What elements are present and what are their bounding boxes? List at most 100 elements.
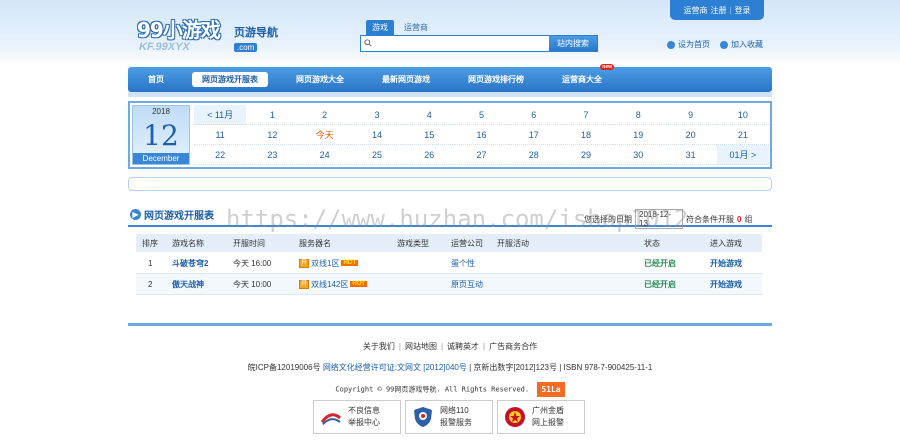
nav-item-all-games[interactable]: 网页游戏大全 (286, 72, 354, 87)
calendar-day-cell[interactable]: 21 (716, 125, 769, 145)
calendar-day-cell[interactable]: 4 (403, 105, 456, 125)
calendar-day-cell[interactable]: 1 (246, 105, 299, 125)
badge-text: 网络110 报警服务 (440, 405, 472, 429)
server-link[interactable]: 双线142区 (311, 279, 348, 290)
calendar-day-cell[interactable]: 26 (403, 145, 456, 165)
prev-month-button[interactable]: < 11月 (194, 105, 247, 125)
calendar-day-cell[interactable]: 11 (194, 125, 247, 145)
status-badge: 已经开启 (644, 279, 676, 289)
operator-link[interactable]: 运营商 (683, 5, 707, 16)
calendar-day-cell[interactable]: 31 (664, 145, 717, 165)
calendar-day-cell[interactable]: 28 (507, 145, 560, 165)
search-tab-operator[interactable]: 运营商 (398, 20, 434, 35)
server-icon: 开 (299, 258, 309, 268)
nav-item-latest-games[interactable]: 最新网页游戏 (372, 72, 440, 87)
report-center-icon (320, 413, 341, 426)
calendar-day-cell[interactable]: 29 (559, 145, 613, 165)
calendar-day-cell[interactable]: 25 (350, 145, 404, 165)
calendar-month: December (133, 153, 189, 164)
start-game-link[interactable]: 开始游戏 (710, 253, 742, 273)
separator: | (559, 363, 562, 372)
logo-url-text: KF.99XYX (139, 41, 190, 53)
register-link[interactable]: 注册 (710, 5, 726, 16)
calendar-day-cell[interactable]: 27 (455, 145, 508, 165)
server-link[interactable]: 双线1区 (311, 258, 339, 269)
badge-text: 广州金盾 网上报警 (532, 405, 564, 429)
filter-label: 您选择的日期 (584, 214, 632, 224)
copyright-text: Copyright © 99网页游戏导航. All Rights Reserve… (335, 385, 530, 394)
calendar-day-cell[interactable]: 12 (246, 125, 299, 145)
calendar-day-cell[interactable]: 15 (403, 125, 456, 145)
icp-number: 皖ICP备12019006号 (247, 363, 321, 372)
badge-text: 不良信息 举报中心 (348, 405, 380, 429)
add-favorite-link[interactable]: 加入收藏 (720, 39, 763, 50)
calendar-day-cell[interactable]: 22 (194, 145, 247, 165)
calendar-day-cell[interactable]: 9 (664, 105, 717, 125)
company-link[interactable]: 原页互动 (451, 274, 483, 294)
calendar-current-date: 2018 12 December (132, 105, 190, 165)
calendar-day-cell[interactable]: 23 (246, 145, 299, 165)
header-background (0, 0, 900, 66)
stat-badge[interactable]: 51La (537, 382, 565, 397)
police-110-badge[interactable]: 网络110 报警服务 (405, 400, 493, 434)
table-row: 1 斗破苍穹2 今天 16:00 开 双线1区 HOT 蛋个性 已经开启 开始游… (136, 253, 762, 274)
search-button[interactable]: 站内搜索 (549, 36, 597, 51)
calendar-day-cell[interactable]: 19 (612, 125, 665, 145)
footer-link-sitemap[interactable]: 网站地图 (405, 342, 437, 351)
start-game-link[interactable]: 开始游戏 (710, 274, 742, 294)
set-home-link[interactable]: 设为首页 (667, 39, 710, 50)
notice-bar (128, 177, 772, 191)
calendar-year: 2018 (152, 107, 170, 116)
nav-item-home[interactable]: 首页 (138, 72, 174, 87)
search-icon (364, 39, 372, 47)
isbn: ISBN 978-7-900425-11-1 (563, 363, 653, 372)
calendar-day-cell[interactable]: 14 (350, 125, 404, 145)
nav-item-operators[interactable]: 运营商大全 new (552, 64, 614, 87)
company-link[interactable]: 蛋个性 (451, 253, 475, 273)
calendar-day-cell[interactable]: 30 (612, 145, 665, 165)
calendar-day-cell[interactable]: 17 (507, 125, 560, 145)
filter-match-label: 符合条件开服 (686, 214, 734, 224)
search-box: 站内搜索 (360, 35, 598, 52)
hot-badge: HOT (341, 260, 359, 266)
footer-divider (128, 323, 772, 326)
search-tab-game[interactable]: 游戏 (366, 20, 394, 35)
nav-item-ranking[interactable]: 网页游戏排行榜 (458, 72, 534, 87)
calendar-day-cell[interactable]: 16 (455, 125, 508, 145)
calendar-today-cell[interactable]: 今天 (298, 125, 351, 145)
calendar-day-cell[interactable]: 24 (298, 145, 351, 165)
calendar-day-cell[interactable]: 3 (350, 105, 404, 125)
gz-police-badge[interactable]: 广州金盾 网上报警 (497, 400, 585, 434)
next-month-button[interactable]: 01月 > (716, 145, 769, 165)
logo-sub-text: 页游导航 (234, 27, 278, 39)
footer-link-jobs[interactable]: 诚聘英才 (447, 342, 479, 351)
add-favorite-label: 加入收藏 (731, 40, 763, 49)
calendar-day-cell[interactable]: 7 (559, 105, 613, 125)
game-link[interactable]: 傲天战神 (172, 274, 204, 294)
filter-count: 0 (737, 214, 742, 224)
calendar-day-cell[interactable]: 18 (559, 125, 613, 145)
footer-link-about[interactable]: 关于我们 (363, 342, 395, 351)
separator: | (729, 5, 732, 15)
row-rank: 2 (148, 279, 153, 289)
col-enter: 进入游戏 (710, 238, 742, 248)
new-badge: new (600, 64, 614, 70)
calendar-day-cell[interactable]: 6 (507, 105, 560, 125)
calendar-day-cell[interactable]: 8 (612, 105, 665, 125)
calendar-day-cell[interactable]: 10 (716, 105, 769, 125)
footer-copyright: Copyright © 99网页游戏导航. All Rights Reserve… (0, 382, 900, 397)
search-input[interactable] (361, 36, 549, 51)
calendar-day-cell[interactable]: 2 (298, 105, 351, 125)
nav-item-server-list[interactable]: 网页游戏开服表 (192, 72, 268, 87)
calendar-day-cell[interactable]: 5 (455, 105, 508, 125)
calendar-day-cell[interactable]: 20 (664, 125, 717, 145)
col-game: 游戏名称 (172, 238, 204, 248)
site-logo[interactable]: 99小游戏 页游导航 KF.99XYX .com (137, 14, 287, 58)
report-center-badge[interactable]: 不良信息 举报中心 (313, 400, 401, 434)
login-link[interactable]: 登录 (735, 5, 751, 16)
game-link[interactable]: 斗破苍穹2 (172, 253, 208, 273)
icp-license-link[interactable]: 网络文化经营许可证:文网文 [2012]040号 (323, 363, 467, 372)
footer-link-ads[interactable]: 广告商务合作 (489, 342, 537, 351)
filter-date-input[interactable]: 2018-12-13 (635, 209, 683, 229)
col-activity: 开服活动 (497, 238, 529, 248)
